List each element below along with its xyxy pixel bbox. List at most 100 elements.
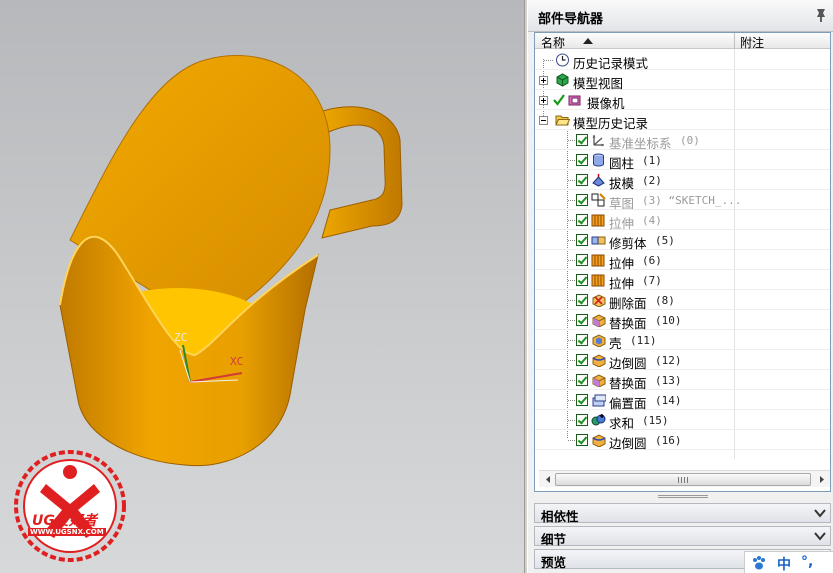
clock-icon bbox=[556, 53, 569, 67]
column-header-name[interactable]: 名称 bbox=[541, 34, 565, 51]
sort-ascending-icon[interactable] bbox=[583, 38, 593, 44]
panel-splitter-grip[interactable] bbox=[658, 495, 708, 498]
tree-connector bbox=[568, 160, 576, 161]
feature-visibility-checkbox[interactable] bbox=[576, 174, 588, 186]
history-feature-row[interactable]: 草图 (3) “SKETCH_... bbox=[535, 190, 830, 211]
history-feature-row[interactable]: 拉伸 (6) bbox=[535, 250, 830, 271]
feature-visibility-checkbox[interactable] bbox=[576, 354, 588, 366]
model-views-icon bbox=[556, 73, 569, 87]
chevron-down-icon[interactable] bbox=[812, 528, 828, 544]
feature-index: (4) bbox=[642, 214, 662, 227]
feature-index: (10) bbox=[655, 314, 682, 327]
ug-logo-emblem bbox=[14, 450, 126, 562]
graphics-viewport[interactable]: ZC XC UG爱好者 WWW.UGSNX.COM bbox=[0, 0, 524, 573]
shell-icon bbox=[592, 334, 606, 347]
paw-icon[interactable] bbox=[751, 555, 767, 571]
delete-face-icon bbox=[592, 294, 606, 307]
history-feature-row[interactable]: 圆柱 (1) bbox=[535, 150, 830, 171]
sketch-icon bbox=[591, 193, 606, 207]
feature-index: (8) bbox=[655, 294, 675, 307]
history-feature-row[interactable]: 替换面 (13) bbox=[535, 370, 830, 391]
ug-logo-brand: UG爱好者 bbox=[32, 513, 97, 529]
expand-icon[interactable] bbox=[539, 96, 548, 105]
feature-visibility-checkbox[interactable] bbox=[576, 334, 588, 346]
tree-connector bbox=[568, 400, 576, 401]
feature-visibility-checkbox[interactable] bbox=[576, 374, 588, 386]
expand-icon[interactable] bbox=[539, 76, 548, 85]
history-feature-row[interactable]: 替换面 (10) bbox=[535, 310, 830, 331]
collapse-icon[interactable] bbox=[539, 116, 548, 125]
history-feature-row[interactable]: 拉伸 (4) bbox=[535, 210, 830, 231]
tree-connector bbox=[568, 340, 576, 341]
scroll-grip bbox=[678, 477, 688, 483]
tree-connector bbox=[568, 180, 576, 181]
draft-icon bbox=[592, 174, 605, 187]
camera-icon bbox=[568, 95, 581, 106]
feature-visibility-checkbox[interactable] bbox=[576, 134, 588, 146]
horizontal-scrollbar[interactable] bbox=[539, 470, 830, 487]
history-feature-row[interactable]: 边倒圆 (16) bbox=[535, 430, 830, 451]
feature-visibility-checkbox[interactable] bbox=[576, 194, 588, 206]
edge-blend-icon bbox=[592, 434, 606, 447]
history-feature-row[interactable]: 修剪体 (5) bbox=[535, 230, 830, 251]
tree-connector bbox=[568, 360, 576, 361]
replace-face-icon bbox=[592, 374, 606, 387]
feature-visibility-checkbox[interactable] bbox=[576, 314, 588, 326]
extrude-icon bbox=[591, 214, 605, 227]
section-label: 细节 bbox=[541, 532, 567, 547]
extrude-icon bbox=[591, 274, 605, 287]
ug-logo-url: WWW.UGSNX.COM bbox=[28, 528, 106, 536]
panel-title-bar: 部件导航器 bbox=[528, 0, 833, 32]
feature-index: (15) bbox=[642, 414, 669, 427]
scroll-thumb[interactable] bbox=[555, 473, 811, 486]
column-divider[interactable] bbox=[734, 33, 735, 49]
feature-visibility-checkbox[interactable] bbox=[576, 234, 588, 246]
scroll-right-icon[interactable] bbox=[815, 473, 829, 486]
tree-row-cameras[interactable]: 摄像机 bbox=[535, 90, 830, 111]
chevron-down-icon[interactable] bbox=[812, 505, 828, 521]
ime-chinese-mode[interactable]: 中 bbox=[777, 554, 791, 573]
checkmark-icon bbox=[553, 94, 565, 106]
column-header-note[interactable]: 附注 bbox=[740, 34, 764, 51]
feature-index: (2) bbox=[642, 174, 662, 187]
datum-csys-icon bbox=[592, 135, 604, 147]
tree-header: 名称 附注 bbox=[535, 33, 830, 51]
section-label: 相依性 bbox=[541, 509, 579, 524]
navigator-tree[interactable]: 名称 附注 历史记录模式 模型视图 摄像机 模型历史记录 基准坐标系 (0) 圆… bbox=[534, 32, 831, 492]
section-details[interactable]: 细节 bbox=[534, 526, 831, 547]
feature-index: (6) bbox=[642, 254, 662, 267]
ime-punctuation[interactable]: °, bbox=[801, 554, 813, 570]
pin-icon[interactable] bbox=[815, 8, 827, 22]
extrude-icon bbox=[591, 254, 605, 267]
feature-index: (5) bbox=[655, 234, 675, 247]
history-feature-row[interactable]: 边倒圆 (12) bbox=[535, 350, 830, 371]
history-feature-row[interactable]: 求和 (15) bbox=[535, 410, 830, 431]
tree-row-model-history[interactable]: 模型历史记录 bbox=[535, 110, 830, 131]
feature-visibility-checkbox[interactable] bbox=[576, 294, 588, 306]
feature-visibility-checkbox[interactable] bbox=[576, 154, 588, 166]
feature-visibility-checkbox[interactable] bbox=[576, 414, 588, 426]
feature-visibility-checkbox[interactable] bbox=[576, 274, 588, 286]
history-feature-row[interactable]: 删除面 (8) bbox=[535, 290, 830, 311]
history-feature-row[interactable]: 拉伸 (7) bbox=[535, 270, 830, 291]
history-feature-row[interactable]: 基准坐标系 (0) bbox=[535, 130, 830, 151]
feature-visibility-checkbox[interactable] bbox=[576, 254, 588, 266]
section-label: 预览 bbox=[541, 555, 567, 570]
folder-open-icon bbox=[555, 115, 570, 126]
history-feature-row[interactable]: 拔模 (2) bbox=[535, 170, 830, 191]
tree-row-history-mode[interactable]: 历史记录模式 bbox=[535, 50, 830, 71]
feature-index: (16) bbox=[655, 434, 682, 447]
tree-connector bbox=[568, 260, 576, 261]
tree-connector bbox=[568, 140, 576, 141]
section-dependencies[interactable]: 相依性 bbox=[534, 503, 831, 524]
feature-visibility-checkbox[interactable] bbox=[576, 434, 588, 446]
feature-index: (13) bbox=[655, 374, 682, 387]
tree-row-model-views[interactable]: 模型视图 bbox=[535, 70, 830, 91]
feature-index: (14) bbox=[655, 394, 682, 407]
ime-toolbar[interactable]: 中 °, bbox=[744, 551, 833, 573]
scroll-left-icon[interactable] bbox=[541, 473, 555, 486]
feature-visibility-checkbox[interactable] bbox=[576, 214, 588, 226]
history-feature-row[interactable]: 偏置面 (14) bbox=[535, 390, 830, 411]
feature-visibility-checkbox[interactable] bbox=[576, 394, 588, 406]
history-feature-row[interactable]: 壳 (11) bbox=[535, 330, 830, 351]
